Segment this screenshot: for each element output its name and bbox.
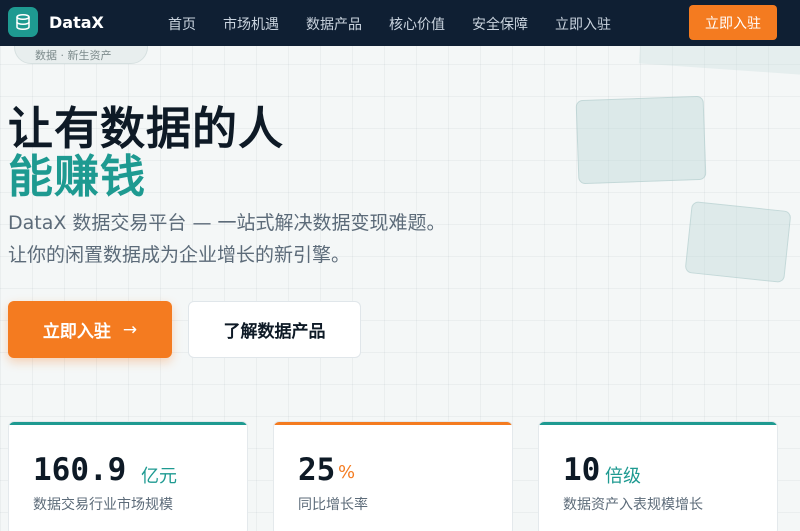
brand-name[interactable]: DataX <box>49 13 104 32</box>
join-now-button[interactable]: 立即入驻 → <box>8 301 172 358</box>
nav-join-button[interactable]: 立即入驻 <box>689 5 777 40</box>
stat-card-growth-rate: 25 % 同比增长率 <box>273 421 513 531</box>
nav-link-security[interactable]: 安全保障 <box>472 14 528 34</box>
stat-card-market-size: 160.9 亿元 数据交易行业市场规模 <box>8 421 248 531</box>
stat-label: 同比增长率 <box>298 497 368 513</box>
arrow-right-icon: → <box>122 319 138 340</box>
decorative-card <box>684 200 792 284</box>
card-accent-bar <box>9 422 247 425</box>
hero-subtitle-line1: DataX 数据交易平台 — 一站式解决数据变现难题。 <box>8 212 446 234</box>
nav-link-products[interactable]: 数据产品 <box>306 14 362 34</box>
stat-value: 10 <box>563 452 601 488</box>
nav-links: 首页 市场机遇 数据产品 核心价值 安全保障 立即入驻 <box>168 14 638 34</box>
top-navbar: DataX 首页 市场机遇 数据产品 核心价值 安全保障 立即入驻 立即入驻 <box>0 0 800 46</box>
stat-label: 数据交易行业市场规模 <box>33 497 173 513</box>
card-accent-bar <box>274 422 512 425</box>
nav-link-home[interactable]: 首页 <box>168 14 196 34</box>
stat-label: 数据资产入表规模增长 <box>563 497 703 513</box>
learn-products-button[interactable]: 了解数据产品 <box>188 301 361 358</box>
nav-link-market[interactable]: 市场机遇 <box>223 14 279 34</box>
hero-badge-text: 数据 · 新生资产 <box>35 49 112 62</box>
database-icon <box>16 13 30 31</box>
stat-value: 25 <box>298 452 336 488</box>
stat-unit: 倍级 <box>605 466 641 487</box>
nav-link-join[interactable]: 立即入驻 <box>555 14 611 34</box>
stat-card-asset-growth: 10 倍级 数据资产入表规模增长 <box>538 421 778 531</box>
hero-subtitle-line2: 让你的闲置数据成为企业增长的新引擎。 <box>8 244 351 266</box>
stat-unit: % <box>338 462 356 483</box>
nav-link-value[interactable]: 核心价值 <box>389 14 445 34</box>
join-now-label: 立即入驻 <box>42 322 111 342</box>
hero-title-line2: 能赚钱 <box>8 150 147 203</box>
decorative-card <box>575 95 707 185</box>
card-accent-bar <box>539 422 777 425</box>
logo[interactable] <box>8 7 38 37</box>
stat-unit: 亿元 <box>141 466 177 487</box>
stat-value: 160.9 <box>33 452 127 488</box>
